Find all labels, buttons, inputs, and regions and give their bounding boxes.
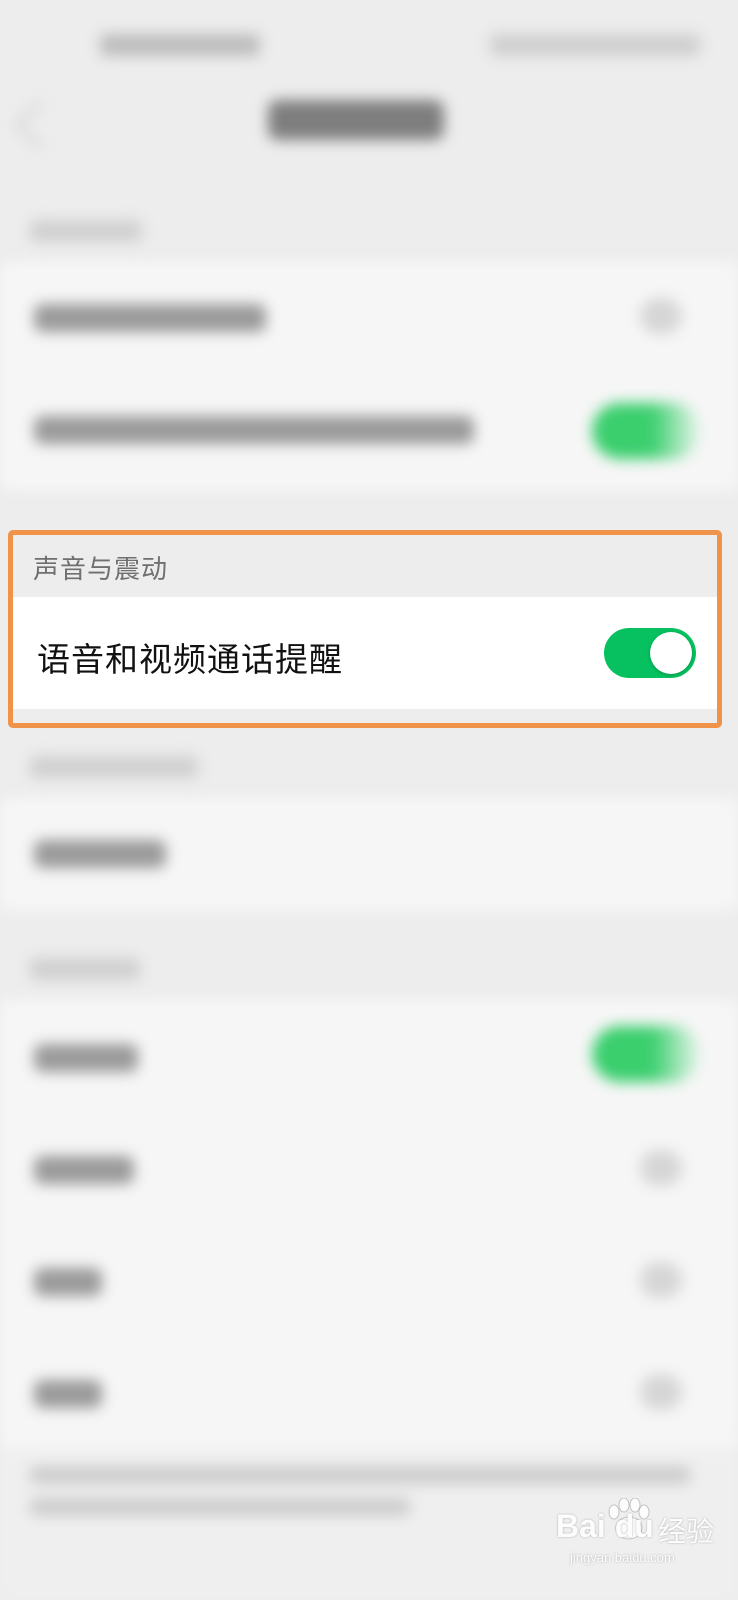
- section-header-label: 声音与震动: [33, 555, 169, 585]
- setting-label: [34, 416, 474, 444]
- back-arrow-icon[interactable]: [14, 100, 64, 150]
- watermark-product: 经验: [658, 1515, 715, 1548]
- watermark-url: jingyan.baidu.com: [570, 1550, 675, 1565]
- setting-label: [34, 840, 166, 868]
- setting-label: [34, 1380, 102, 1408]
- chevron-right-icon: [640, 1374, 682, 1410]
- footer-line: [30, 1498, 410, 1516]
- chevron-right-icon: [640, 298, 682, 334]
- setting-label: [34, 1044, 138, 1072]
- chevron-right-icon: [640, 1150, 682, 1186]
- footer-line: [30, 1466, 690, 1484]
- setting-label: [34, 1156, 134, 1184]
- highlight-box: 声音与震动 语音和视频通话提醒: [8, 530, 722, 728]
- status-bar-right: [490, 34, 700, 56]
- settings-page: 声音与震动 语音和视频通话提醒 Bai du 经验 jingyan.baidu.…: [0, 0, 738, 1600]
- watermark: Bai du 经验 jingyan.baidu.com: [556, 1498, 726, 1568]
- status-bar-left: [100, 34, 260, 56]
- setting-label: [34, 1268, 102, 1296]
- chevron-right-icon: [640, 1262, 682, 1298]
- status-bar: [0, 0, 738, 90]
- watermark-brand: Bai du: [556, 1508, 654, 1544]
- setting-row-call-reminder[interactable]: 语音和视频通话提醒: [13, 597, 717, 709]
- toggle-switch[interactable]: [592, 403, 700, 459]
- setting-label: [34, 304, 266, 332]
- toggle-knob: [650, 632, 692, 674]
- section-header: [30, 756, 198, 778]
- page-title: [268, 100, 444, 140]
- section-header: [30, 958, 140, 980]
- section-header: [30, 220, 142, 242]
- setting-label: 语音和视频通话提醒: [37, 640, 343, 679]
- section-header-sound-vibration: 声音与震动: [13, 535, 717, 597]
- call-reminder-toggle[interactable]: [604, 628, 696, 678]
- toggle-switch[interactable]: [592, 1026, 700, 1082]
